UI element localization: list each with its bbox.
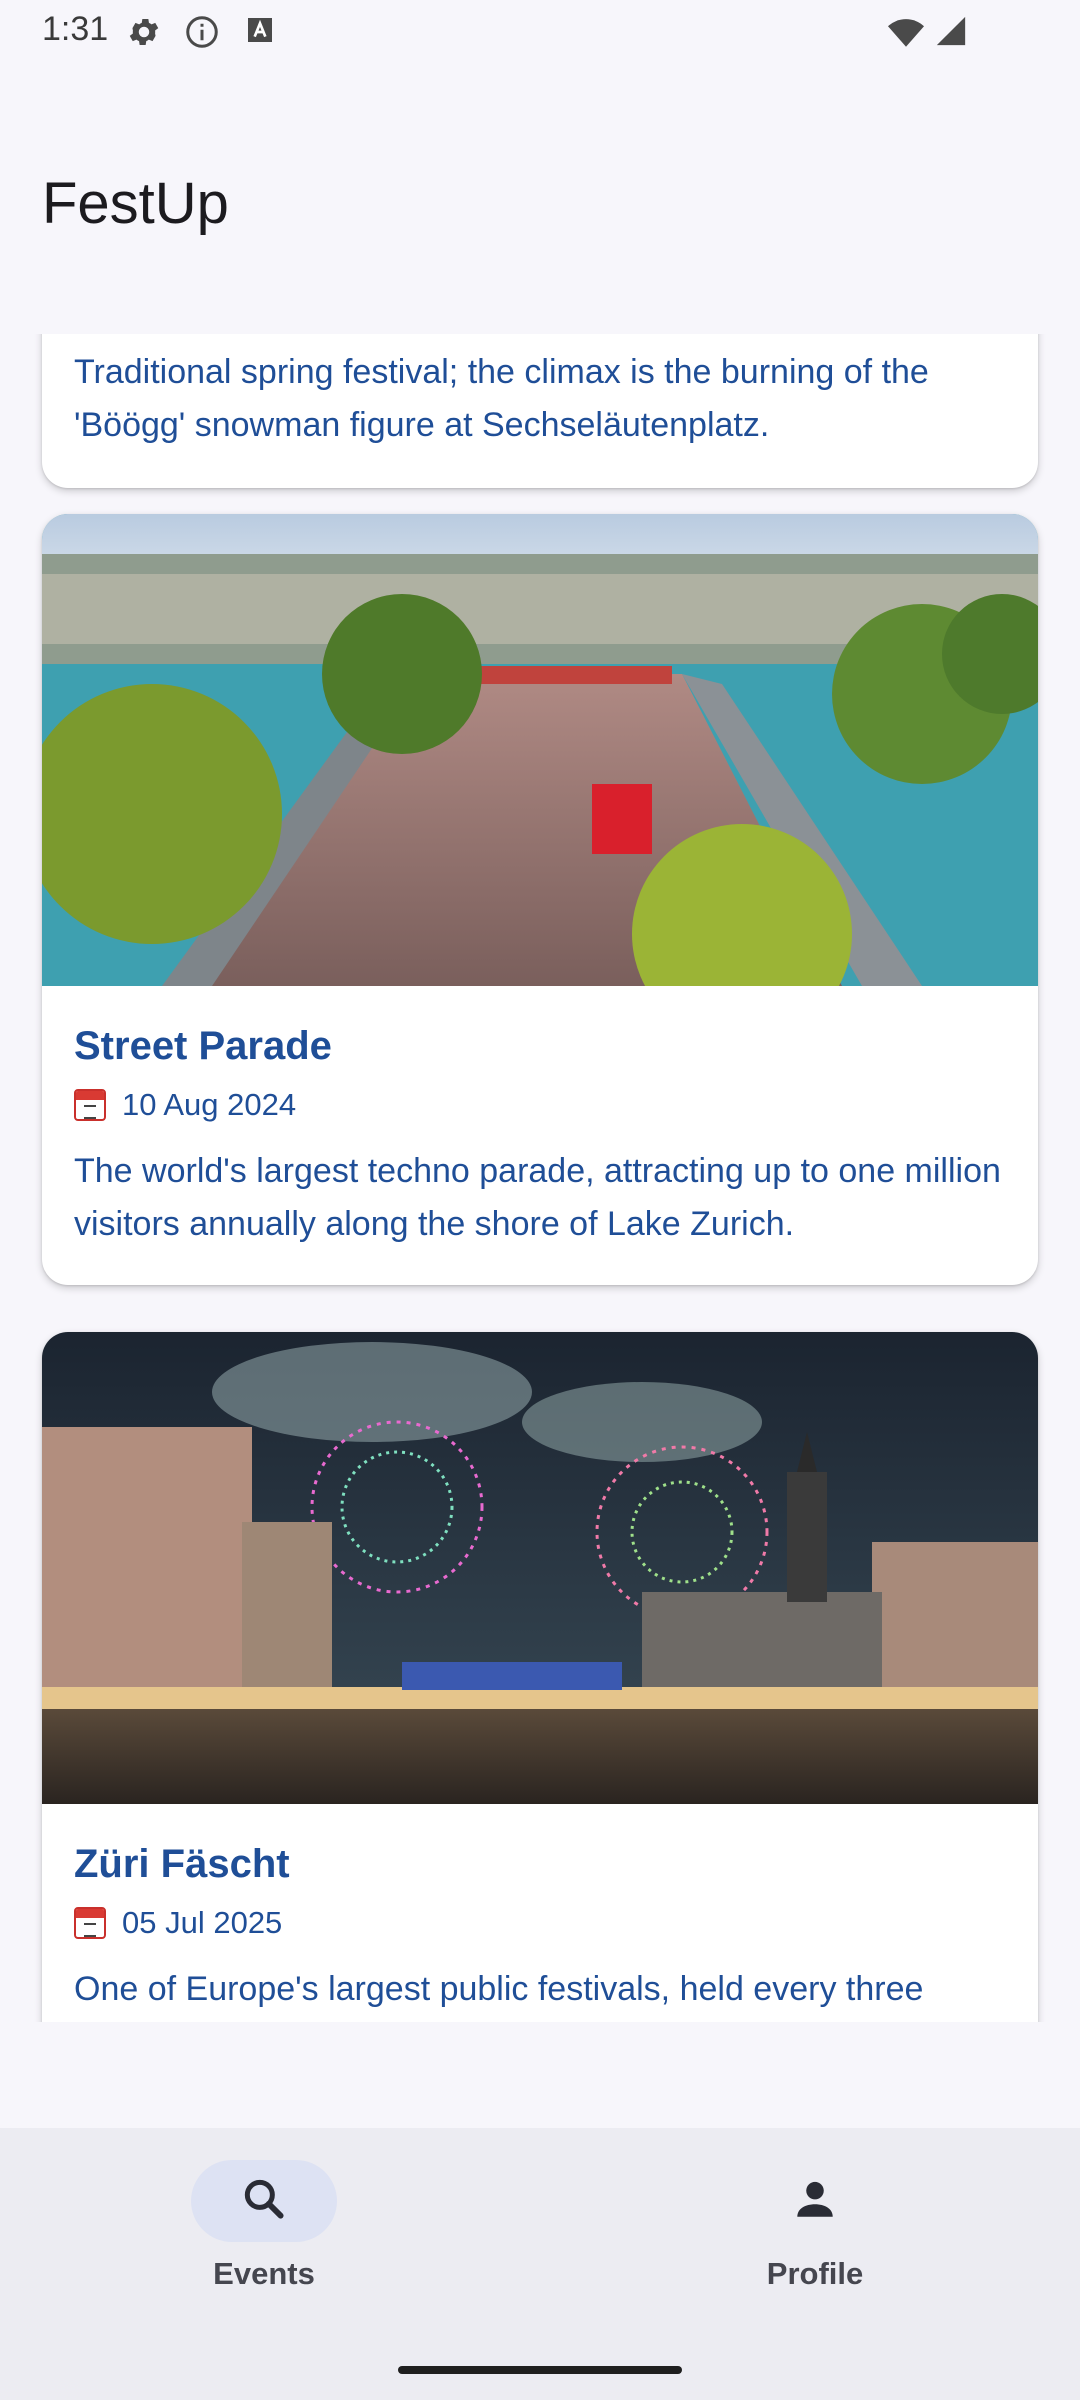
event-description: The world's largest techno parade, attra… <box>74 1152 1001 1243</box>
wifi-icon <box>886 14 926 55</box>
event-card[interactable]: Traditional spring festival; the climax … <box>42 334 1038 488</box>
event-image <box>42 514 1038 986</box>
event-image <box>42 1332 1038 1804</box>
nav-pill-active[interactable] <box>191 2160 337 2242</box>
text-a-icon <box>244 14 276 51</box>
gesture-bar[interactable] <box>398 2366 682 2374</box>
event-description: One of Europe's largest public festivals… <box>74 1970 924 2008</box>
status-bar: 1:31 <box>0 0 1080 64</box>
event-card[interactable]: Street Parade 10 Aug 2024 The world's la… <box>42 514 1038 1285</box>
nav-label-events: Events <box>213 2256 315 2291</box>
nav-label-profile: Profile <box>766 2256 864 2291</box>
settings-icon <box>126 14 162 55</box>
event-card[interactable]: Züri Fäscht 05 Jul 2025 One of Europe's … <box>42 1332 1038 2022</box>
app-title: FestUp <box>42 171 229 236</box>
event-date-text: 10 Aug 2024 <box>122 1087 297 1122</box>
nav-item-profile[interactable]: Profile <box>665 2160 965 2292</box>
person-icon <box>790 2174 840 2229</box>
event-date: 05 Jul 2025 <box>74 1905 1006 1941</box>
status-time: 1:31 <box>42 10 109 48</box>
search-icon <box>239 2174 289 2229</box>
info-icon <box>184 14 220 55</box>
event-title: Street Parade <box>74 1024 332 1068</box>
calendar-icon <box>74 1089 106 1121</box>
calendar-icon <box>74 1907 106 1939</box>
event-title: Züri Fäscht <box>74 1842 290 1886</box>
event-list[interactable]: Traditional spring festival; the climax … <box>0 334 1080 2022</box>
bottom-navigation: Events Profile <box>0 2128 1080 2400</box>
event-date-text: 05 Jul 2025 <box>122 1905 283 1940</box>
event-date: 10 Aug 2024 <box>74 1087 1006 1123</box>
event-description: Traditional spring festival; the climax … <box>74 353 929 444</box>
nav-item-events[interactable]: Events <box>114 2160 414 2292</box>
nav-pill[interactable] <box>742 2160 888 2242</box>
signal-icon <box>934 14 968 53</box>
